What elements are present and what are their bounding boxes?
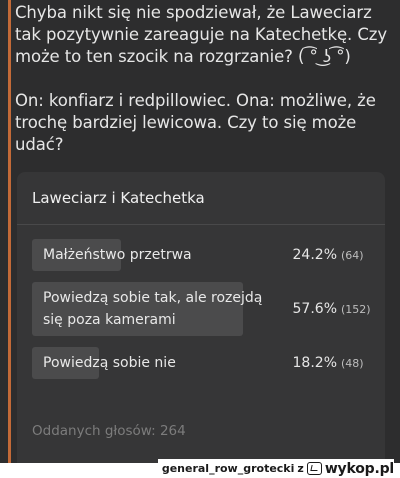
post-paragraph-1: Chyba nikt się nie spodziewał, że Laweci… [15,3,387,66]
poll-option-result: 24.2% (64) [293,247,371,263]
poll-option-percent: 18.2% [292,355,337,371]
poll-option-votes: (48) [341,357,364,370]
poll-option-label: Małżeństwo przetrwa [43,247,192,263]
poll-option[interactable]: Powiedzą sobie tak, ale rozejdą się poza… [32,282,371,336]
poll-option-result: 57.6% (152) [293,301,371,317]
poll-option[interactable]: Powiedzą sobie nie 18.2% (48) [32,347,371,379]
wykop-logo-icon [306,462,322,475]
poll-option-label: Powiedzą sobie nie [43,355,176,371]
post-content: Chyba nikt się nie spodziewał, że Laweci… [11,0,400,463]
watermark-site: wykop.pl [324,460,394,477]
watermark: general_row_grotecki z wykop.pl [157,459,394,478]
poll-option-label: Powiedzą sobie tak, ale rozejdą się poza… [43,290,263,328]
poll-option[interactable]: Małżeństwo przetrwa 24.2% (64) [32,239,371,271]
poll-option-percent: 57.6% [292,301,337,317]
poll-option-percent: 24.2% [292,247,337,263]
poll-option-result: 18.2% (48) [293,355,371,371]
poll-options: Małżeństwo przetrwa 24.2% (64) Powiedzą … [17,225,385,379]
poll-option-votes: (64) [341,249,364,262]
poll-title: Laweciarz i Katechetka [32,189,205,207]
poll-total-votes: Oddanych głosów: 264 [32,423,186,439]
poll-option-votes: (152) [341,303,371,316]
poll-card: Laweciarz i Katechetka Małżeństwo przetr… [17,172,385,463]
watermark-separator: z [297,462,304,475]
post-paragraph-2: On: konfiarz i redpillowiec. Ona: możliw… [15,91,376,154]
watermark-username: general_row_grotecki [161,462,295,475]
